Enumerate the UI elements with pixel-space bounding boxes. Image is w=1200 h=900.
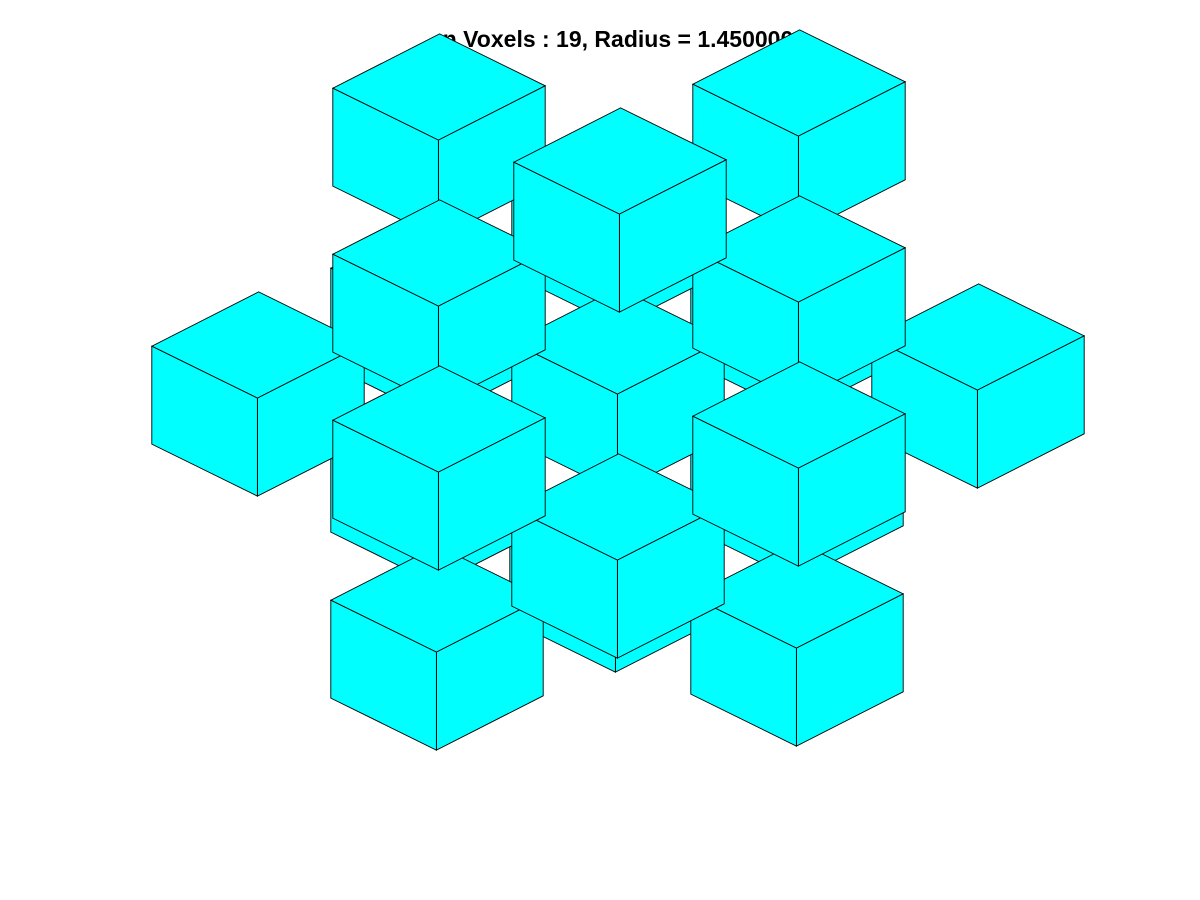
voxel-group [150, 29, 1086, 751]
voxel-plot [150, 29, 1086, 751]
